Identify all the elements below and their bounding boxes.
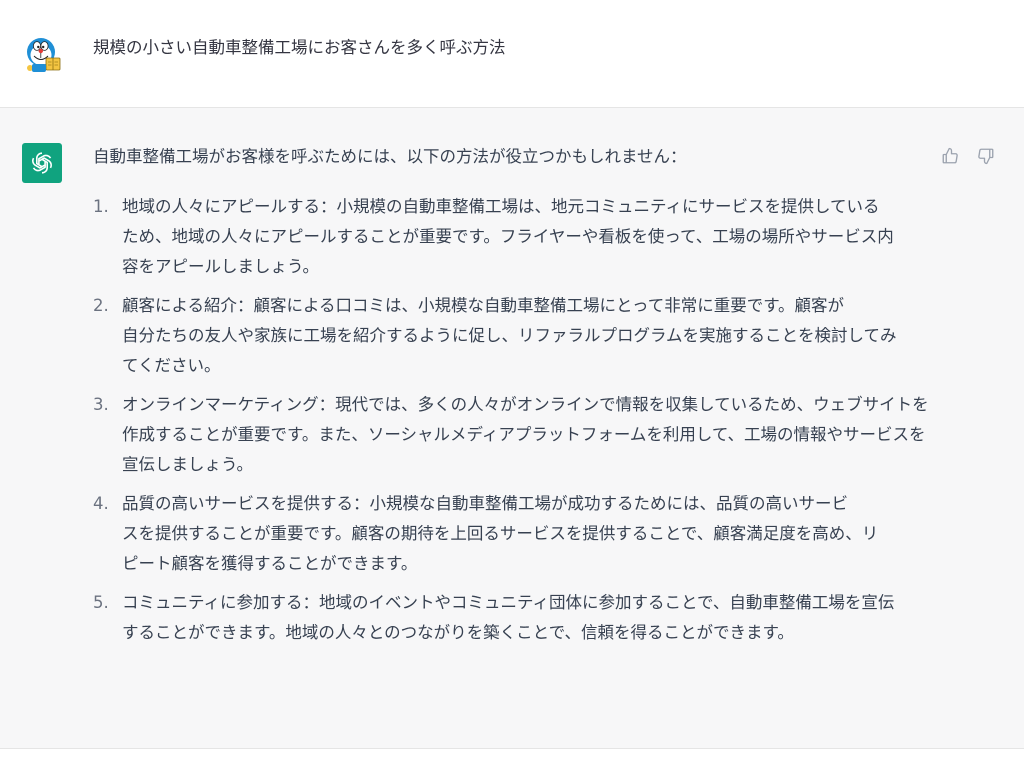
assistant-avatar (22, 143, 62, 183)
list-item-number: 1. (93, 197, 109, 216)
list-item-text-line: ピート顧客を獲得することができます。 (122, 554, 418, 573)
assistant-message-content: 自動車整備工場がお客様を呼ぶためには、以下の方法が役立つかもしれません： 1. 地… (93, 142, 929, 657)
list-item-text-line: 容をアピールしましょう。 (122, 257, 320, 276)
list-item-text-line: オンラインマーケティング：現代では、多くの人々がオンラインで情報を収集しているた… (122, 395, 929, 414)
answer-list-item: 5. コミュニティに参加する：地域のイベントやコミュニティ団体に参加することで、自… (93, 588, 923, 648)
cartoon-character-avatar-icon (27, 38, 61, 72)
list-item-text-line: 自分たちの友人や家族に工場を紹介するように促し、リファラルプログラムを実施するこ… (122, 326, 897, 345)
list-item-number: 4. (93, 494, 109, 513)
thumbs-up-icon (942, 147, 958, 164)
user-message-row: 規模の小さい自動車整備工場にお客さんを多く呼ぶ方法 (0, 0, 1024, 108)
assistant-intro-text: 自動車整備工場がお客様を呼ぶためには、以下の方法が役立つかもしれません： (93, 147, 687, 166)
answer-list-item: 4. 品質の高いサービスを提供する：小規模な自動車整備工場が成功するためには、品質… (93, 489, 923, 579)
user-message-text: 規模の小さい自動車整備工場にお客さんを多く呼ぶ方法 (93, 38, 506, 57)
thumbs-down-button[interactable] (975, 145, 997, 167)
thumbs-down-icon (978, 148, 994, 165)
list-item-text-line: 地域の人々にアピールする：小規模の自動車整備工場は、地元コミュニティにサービスを… (122, 197, 880, 216)
thumbs-up-button[interactable] (939, 145, 961, 167)
list-item-number: 5. (93, 593, 109, 612)
answer-list-item: 1. 地域の人々にアピールする：小規模の自動車整備工場は、地元コミュニティにサービ… (93, 192, 923, 282)
list-item-text-line: 品質の高いサービスを提供する：小規模な自動車整備工場が成功するためには、品質の高… (122, 494, 848, 513)
list-item-number: 2. (93, 296, 109, 315)
list-item-text-line: 作成することが重要です。また、ソーシャルメディアプラットフォームを利用して、工場… (122, 425, 926, 444)
list-item-number: 3. (93, 395, 109, 414)
list-item-text-line: ため、地域の人々にアピールすることが重要です。フライヤーや看板を使って、工場の場… (122, 227, 894, 246)
answer-list-item: 2. 顧客による紹介：顧客による口コミは、小規模な自動車整備工場にとって非常に重要… (93, 291, 923, 381)
list-item-text-line: 宣伝しましょう。 (122, 455, 254, 474)
list-item-text-line: てください。 (122, 356, 221, 375)
list-item-text-line: 顧客による紹介：顧客による口コミは、小規模な自動車整備工場にとって非常に重要です… (122, 296, 845, 315)
list-item-text-line: コミュニティに参加する：地域のイベントやコミュニティ団体に参加することで、自動車… (122, 593, 895, 612)
list-item-text-line: することができます。地域の人々とのつながりを築くことで、信頼を得ることができます… (122, 623, 794, 642)
list-item-text-line: スを提供することが重要です。顧客の期待を上回るサービスを提供することで、顧客満足… (122, 524, 879, 543)
answer-list: 1. 地域の人々にアピールする：小規模の自動車整備工場は、地元コミュニティにサービ… (93, 192, 929, 648)
user-avatar (22, 34, 62, 74)
assistant-message-row: 自動車整備工場がお客様を呼ぶためには、以下の方法が役立つかもしれません： 1. 地… (0, 108, 1024, 749)
answer-list-item: 3. オンラインマーケティング：現代では、多くの人々がオンラインで情報を収集してい… (93, 390, 929, 480)
assistant-logo-icon (31, 152, 53, 174)
